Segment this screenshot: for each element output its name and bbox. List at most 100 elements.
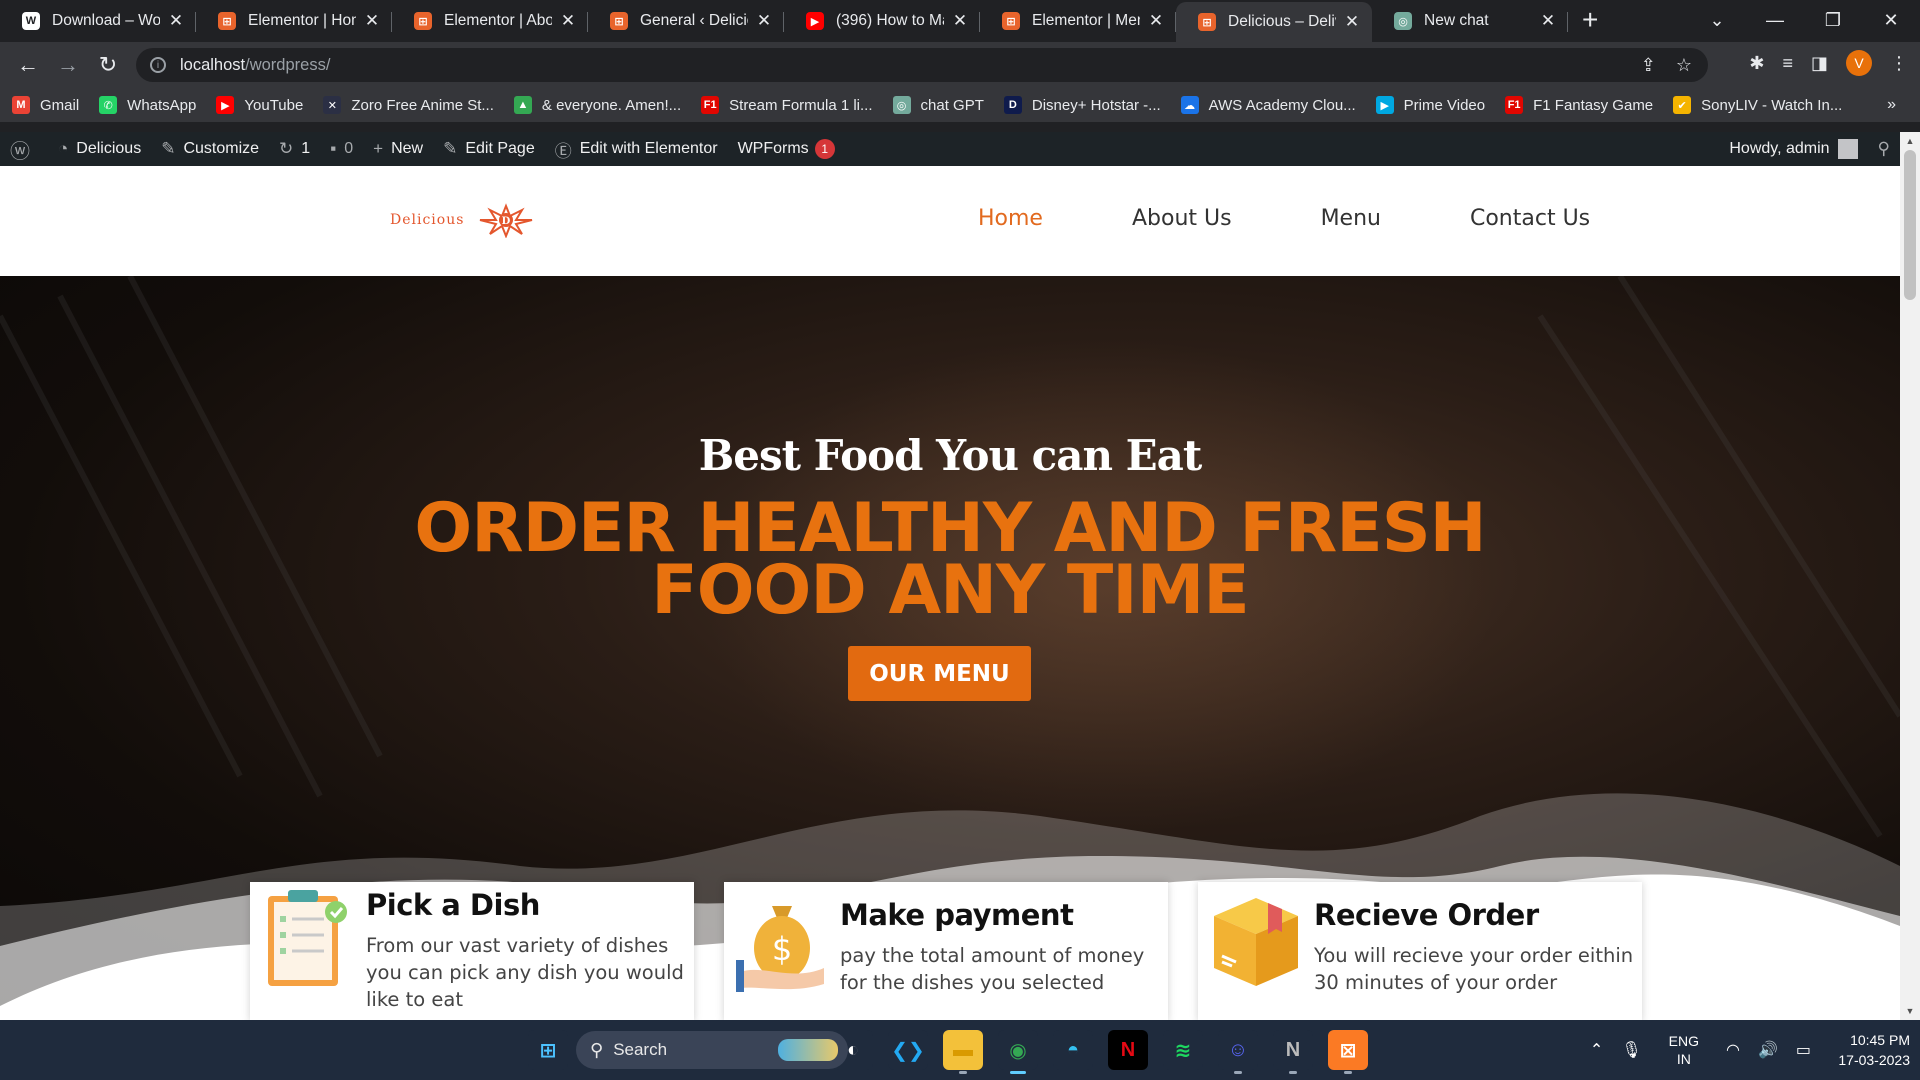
tab-close-icon[interactable]: ✕ — [1342, 12, 1362, 32]
microphone-icon[interactable]: 🎙 — [1621, 1040, 1641, 1060]
xampp-icon: ⊞ — [1002, 12, 1020, 30]
bookmark-item[interactable]: ▲ & everyone. Amen!... — [513, 96, 682, 114]
input-language[interactable]: ENG IN — [1669, 1032, 1699, 1068]
share-icon[interactable]: ⇪ — [1641, 55, 1656, 76]
bookmark-item[interactable]: ✔ SonyLIV - Watch In... — [1673, 96, 1842, 114]
nav-link-home[interactable]: Home — [978, 206, 1043, 231]
my-account-menu[interactable]: Howdy, admin — [1719, 132, 1867, 166]
browser-tab[interactable]: ⊞ General ‹ Delicious ✕ — [588, 2, 784, 40]
tab-close-icon[interactable]: ✕ — [558, 11, 578, 31]
chrome-icon[interactable]: ◉ — [998, 1030, 1038, 1074]
extensions-icon[interactable]: ✱ — [1749, 53, 1764, 74]
bookmark-item[interactable]: F1 Stream Formula 1 li... — [701, 96, 873, 114]
nav-link-contact-us[interactable]: Contact Us — [1470, 206, 1590, 231]
browser-tab[interactable]: ▶ (396) How to Make ✕ — [784, 2, 980, 40]
comments-link[interactable]: ▪ 0 — [320, 132, 363, 166]
start-icon[interactable]: ⊞ — [528, 1030, 568, 1070]
our-menu-button[interactable]: OUR MENU — [848, 646, 1031, 701]
chrome-menu-icon[interactable]: ⋮ — [1890, 53, 1908, 74]
notion-icon[interactable]: N — [1273, 1030, 1313, 1074]
prime-video-icon: ▶ — [1375, 96, 1394, 114]
back-button[interactable]: ← — [8, 52, 48, 78]
site-name-menu[interactable]: ◔ Delicious — [48, 132, 151, 166]
bookmark-item[interactable]: ▶ Prime Video — [1375, 96, 1485, 114]
wpforms-menu[interactable]: WPForms 1 — [728, 132, 845, 166]
discord-icon[interactable]: ☺ — [1218, 1030, 1258, 1074]
tab-close-icon[interactable]: ✕ — [950, 11, 970, 31]
customize-label: Customize — [183, 140, 260, 157]
bookmark-label: SonyLIV - Watch In... — [1701, 96, 1843, 114]
search-highlight-icon — [778, 1039, 838, 1061]
tab-close-icon[interactable]: ✕ — [1538, 11, 1558, 31]
vscode-icon[interactable]: ❮❯ — [888, 1030, 928, 1070]
spotify-icon[interactable]: ≋ — [1163, 1030, 1203, 1070]
address-bar[interactable]: i localhost/wordpress/ ⇪ ☆ — [136, 48, 1708, 82]
edit-with-elementor-link[interactable]: Ⓔ Edit with Elementor — [545, 132, 728, 166]
bookmark-label: & everyone. Amen!... — [541, 96, 682, 114]
volume-icon[interactable]: 🔊 — [1758, 1040, 1778, 1060]
f1-icon: F1 — [1505, 96, 1524, 114]
youtube-icon: ▶ — [806, 12, 824, 30]
scroll-down-arrow-icon[interactable]: ▼ — [1900, 1006, 1920, 1016]
updates-link[interactable]: ↻ 1 — [269, 132, 320, 166]
edge-icon[interactable]: ◓ — [1053, 1030, 1093, 1070]
tab-close-icon[interactable]: ✕ — [1146, 11, 1166, 31]
bookmark-item[interactable]: ◎ chat GPT — [892, 96, 984, 114]
nav-link-menu[interactable]: Menu — [1321, 206, 1381, 231]
bookmark-item[interactable]: ▶ YouTube — [216, 96, 303, 114]
customize-link[interactable]: ✎ Customize — [151, 132, 269, 166]
bookmark-item[interactable]: ☁ AWS Academy Clou... — [1180, 96, 1356, 114]
xampp-icon[interactable]: ⊠ — [1328, 1030, 1368, 1074]
tab-close-icon[interactable]: ✕ — [362, 11, 382, 31]
browser-tab[interactable]: ⊞ Elementor | Home ✕ — [196, 2, 392, 40]
bookmark-item[interactable]: ✕ Zoro Free Anime St... — [323, 96, 494, 114]
feature-text: You will recieve your order eithin 30 mi… — [1314, 944, 1634, 994]
show-hidden-icons-chevron-icon[interactable]: ⌃ — [1590, 1040, 1603, 1060]
bookmark-item[interactable]: M Gmail — [12, 96, 79, 114]
forward-button[interactable]: → — [48, 52, 88, 78]
browser-tab[interactable]: ⊞ Delicious – Delivery ✕ — [1176, 2, 1372, 42]
admin-search-button[interactable]: ⚲ — [1868, 132, 1900, 166]
nav-link-about-us[interactable]: About Us — [1132, 206, 1232, 231]
browser-tab[interactable]: W Download – WordPress ✕ — [0, 2, 196, 40]
wp-logo-menu[interactable]: ⓦ — [0, 132, 48, 166]
browser-toolbar: ← → ↻ i localhost/wordpress/ ⇪ ☆ ✱ ≡ ◨ V… — [0, 42, 1920, 88]
reload-button[interactable]: ↻ — [88, 52, 128, 78]
aws-cloud-icon: ☁ — [1180, 96, 1199, 114]
site-info-icon[interactable]: i — [150, 57, 166, 73]
restore-button[interactable]: ❐ — [1804, 10, 1862, 31]
side-panel-icon[interactable]: ◨ — [1811, 53, 1828, 74]
battery-icon[interactable]: ▭ — [1796, 1040, 1811, 1060]
bookmark-label: YouTube — [244, 96, 304, 114]
close-window-button[interactable]: ✕ — [1862, 10, 1920, 31]
clock[interactable]: 10:45 PM 17-03-2023 — [1828, 1030, 1910, 1070]
gmail-icon: M — [12, 96, 30, 114]
tab-close-icon[interactable]: ✕ — [166, 11, 186, 31]
system-tray: ⌃ 🎙 ENG IN ◠ 🔊 ▭ 10:45 PM 17-03-2023 — [1581, 1020, 1910, 1080]
netflix-icon[interactable]: N — [1108, 1030, 1148, 1070]
browser-tab[interactable]: ◎ New chat ✕ — [1372, 2, 1568, 40]
wifi-icon[interactable]: ◠ — [1726, 1040, 1740, 1060]
tab-close-icon[interactable]: ✕ — [754, 11, 774, 31]
profile-avatar[interactable]: V — [1846, 50, 1872, 76]
bookmark-item[interactable]: F1 F1 Fantasy Game — [1505, 96, 1653, 114]
scrollbar-thumb[interactable] — [1904, 150, 1916, 300]
minimize-button[interactable]: — — [1746, 10, 1804, 31]
edit-elementor-label: Edit with Elementor — [579, 140, 718, 157]
reading-list-icon[interactable]: ≡ — [1782, 53, 1793, 74]
edit-page-link[interactable]: ✎ Edit Page — [433, 132, 545, 166]
taskbar-search-box[interactable]: ⚲ Search — [576, 1031, 848, 1069]
file-explorer-icon[interactable]: ▬ — [943, 1030, 983, 1074]
bookmark-item[interactable]: D Disney+ Hotstar -... — [1003, 96, 1161, 114]
bookmark-star-icon[interactable]: ☆ — [1676, 55, 1692, 76]
browser-tab[interactable]: ⊞ Elementor | About ✕ — [392, 2, 588, 40]
more-bookmarks-icon[interactable]: » — [1887, 96, 1896, 114]
scroll-up-arrow-icon[interactable]: ▲ — [1900, 136, 1920, 146]
new-content-menu[interactable]: + New — [363, 132, 433, 166]
bookmark-item[interactable]: ✆ WhatsApp — [99, 96, 196, 114]
browser-tab[interactable]: ⊞ Elementor | Menu ✕ — [980, 2, 1176, 40]
page-scrollbar[interactable]: ▲ ▼ — [1900, 132, 1920, 1020]
tab-search-chevron-icon[interactable]: ⌄ — [1688, 10, 1746, 31]
new-tab-button[interactable]: + — [1582, 4, 1598, 36]
site-logo[interactable]: Delicious D — [390, 202, 542, 238]
